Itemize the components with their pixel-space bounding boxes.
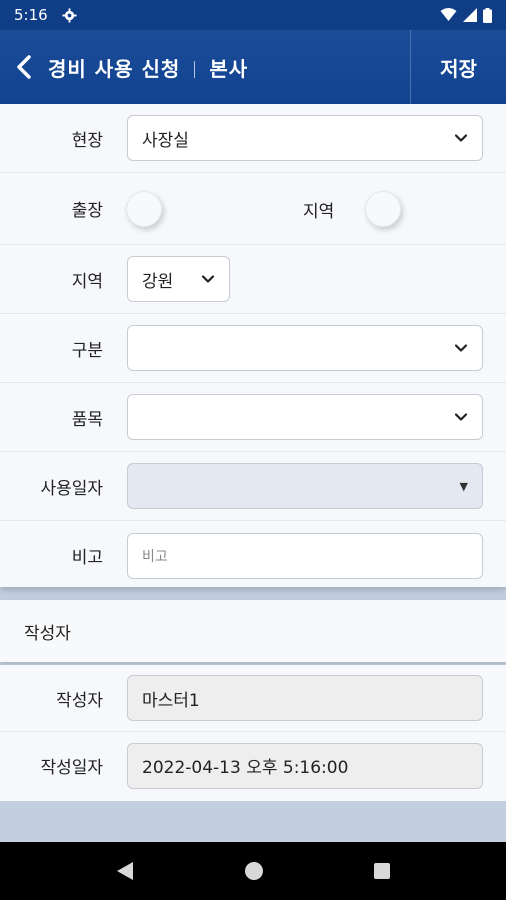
recents-nav-icon[interactable] [373, 862, 391, 880]
use-date-picker[interactable]: ▼ [127, 463, 483, 509]
written-date-field: 2022-04-13 오후 5:16:00 [127, 742, 483, 789]
item-select[interactable] [127, 394, 483, 440]
trip-label: 출장 [71, 201, 103, 221]
site-value: 사장실 [142, 130, 189, 151]
back-button[interactable] [0, 30, 48, 104]
category-select[interactable] [127, 325, 483, 371]
use-date-row: 사용일자 ▼ [0, 452, 506, 521]
writer-row: 작성자 마스터1 [0, 665, 506, 732]
site-label: 현장 [71, 130, 103, 151]
trip-radio[interactable] [126, 191, 162, 227]
page-title: 경비 사용 신청 본사 [48, 53, 248, 82]
written-date-value: 2022-04-13 오후 5:16:00 [142, 758, 349, 778]
note-label: 비고 [71, 548, 103, 568]
save-button[interactable]: 저장 [440, 53, 477, 82]
writer-label: 작성자 [56, 690, 103, 711]
category-label: 구분 [71, 340, 103, 361]
use-date-label: 사용일자 [40, 478, 103, 499]
note-placeholder: 비고 [142, 548, 168, 565]
wifi-icon [440, 8, 457, 21]
note-row: 비고 비고 [0, 521, 506, 590]
writer-section-title: 작성자 [24, 623, 71, 644]
dropdown-triangle-icon: ▼ [459, 479, 468, 493]
trip-row: 출장 지역 [0, 173, 506, 245]
writer-value: 마스터1 [142, 690, 200, 711]
note-input[interactable]: 비고 [127, 532, 483, 579]
region-value: 강원 [142, 271, 174, 292]
home-nav-icon[interactable] [244, 861, 264, 881]
region-radio[interactable] [365, 191, 401, 227]
site-row: 현장 사장실 [0, 104, 506, 173]
status-bar: 5:16 [0, 0, 506, 30]
written-date-row: 작성일자 2022-04-13 오후 5:16:00 [0, 732, 506, 799]
page-title-text: 경비 사용 신청 [48, 56, 181, 81]
expense-form: 현장 사장실 출장 지역 지역 강원 구분 품목 사용일자 ▼ 비고 비고 [0, 104, 506, 587]
app-bar: 경비 사용 신청 본사 저장 [0, 30, 506, 104]
save-button-wrap: 저장 [410, 30, 506, 104]
chevron-left-icon [17, 55, 31, 79]
region-select[interactable]: 강원 [127, 256, 230, 302]
title-divider [194, 60, 196, 78]
page-subtitle: 본사 [209, 56, 249, 81]
region-label: 지역 [71, 271, 103, 292]
chevron-down-icon [454, 134, 468, 142]
back-nav-icon[interactable] [115, 861, 135, 881]
item-label: 품목 [71, 409, 103, 430]
writer-field: 마스터1 [127, 675, 483, 721]
navigation-bar [0, 842, 506, 900]
writer-info: 작성자 마스터1 작성일자 2022-04-13 오후 5:16:00 [0, 665, 506, 801]
chevron-down-icon [201, 275, 215, 283]
item-row: 품목 [0, 383, 506, 452]
signal-icon [463, 8, 477, 22]
chevron-down-icon [454, 344, 468, 352]
region-radio-label: 지역 [303, 202, 335, 222]
category-row: 구분 [0, 314, 506, 383]
site-select[interactable]: 사장실 [127, 115, 483, 161]
status-time: 5:16 [14, 6, 48, 24]
written-date-label: 작성일자 [40, 758, 103, 778]
gear-icon [62, 7, 77, 23]
battery-icon [483, 7, 492, 23]
region-row: 지역 강원 [0, 245, 506, 314]
writer-section-header: 작성자 [0, 600, 506, 662]
chevron-down-icon [454, 413, 468, 421]
